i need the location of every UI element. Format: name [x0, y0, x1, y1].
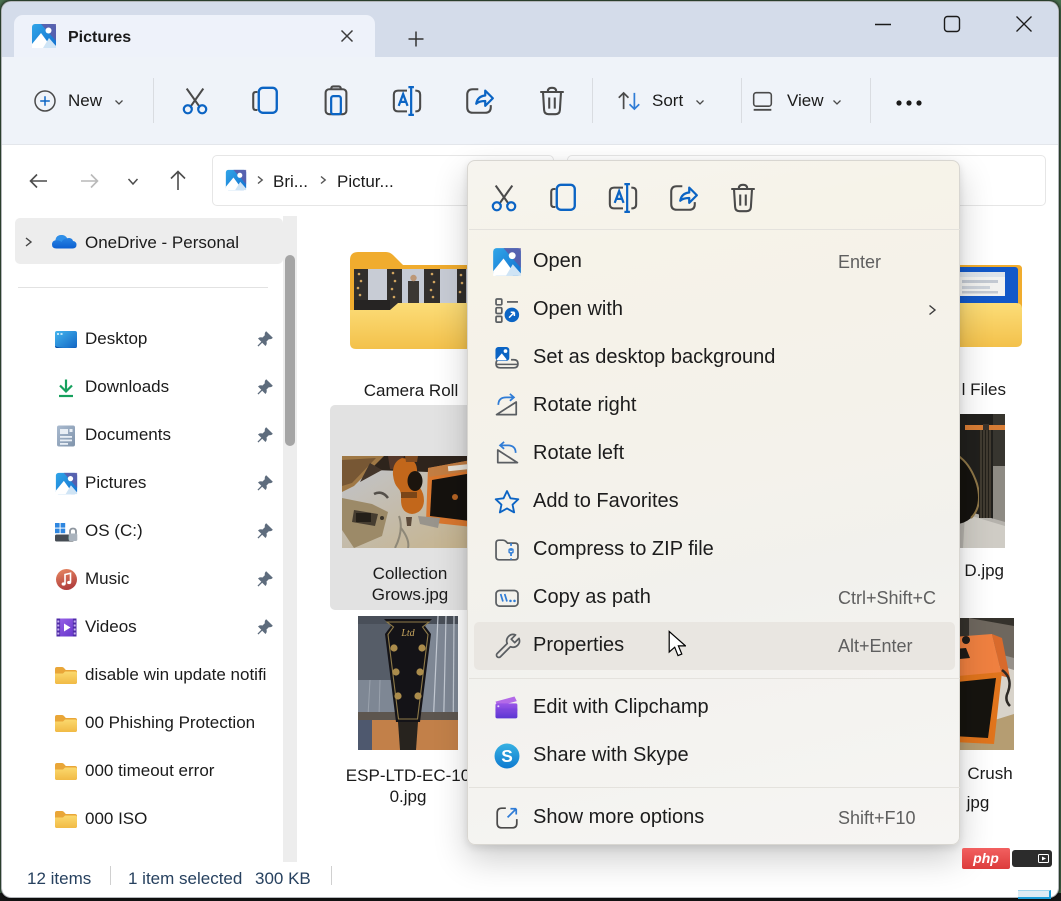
- svg-text:S: S: [501, 746, 513, 766]
- svg-text:Ltd: Ltd: [400, 628, 415, 639]
